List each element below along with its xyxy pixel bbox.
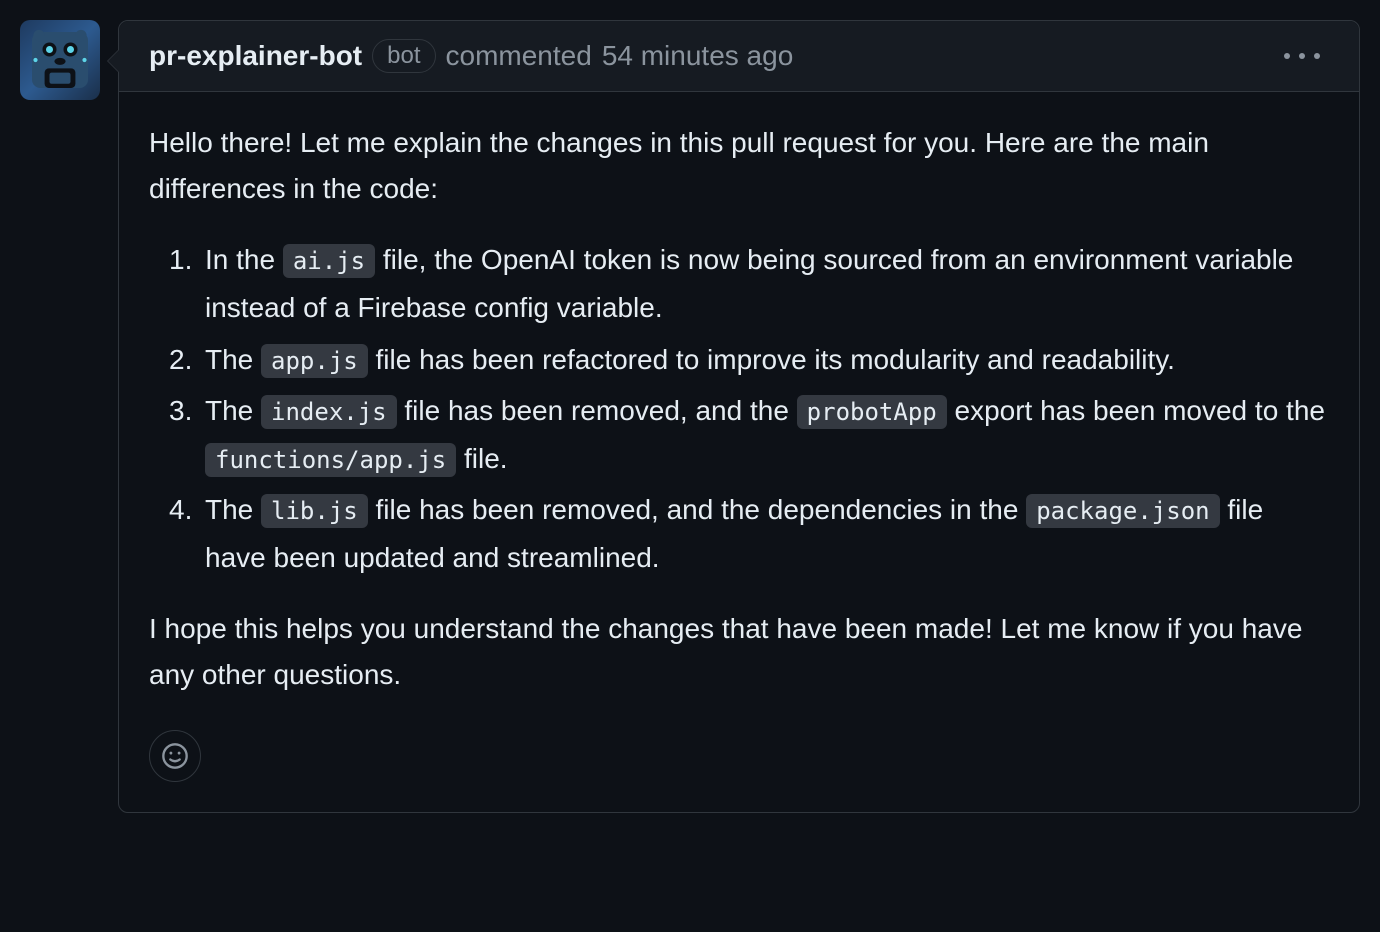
comment-arrow bbox=[107, 49, 119, 73]
add-reaction-button[interactable] bbox=[149, 730, 201, 782]
author-link[interactable]: pr-explainer-bot bbox=[149, 40, 362, 72]
code-snippet: app.js bbox=[261, 344, 368, 378]
comment-actions-menu[interactable] bbox=[1275, 44, 1329, 68]
comment-intro: Hello there! Let me explain the changes … bbox=[149, 120, 1329, 212]
code-snippet: package.json bbox=[1026, 494, 1219, 528]
list-item: The index.js file has been removed, and … bbox=[205, 387, 1329, 482]
author-avatar[interactable] bbox=[20, 20, 100, 100]
comment-action: commented bbox=[446, 40, 592, 72]
comment-container: pr-explainer-bot bot commented 54 minute… bbox=[118, 20, 1360, 813]
code-snippet: lib.js bbox=[261, 494, 368, 528]
kebab-icon bbox=[1281, 50, 1323, 62]
changes-list: In the ai.js file, the OpenAI token is n… bbox=[149, 236, 1329, 581]
code-snippet: index.js bbox=[261, 395, 397, 429]
comment-timestamp[interactable]: 54 minutes ago bbox=[602, 40, 793, 72]
smiley-icon bbox=[161, 742, 189, 770]
list-item: In the ai.js file, the OpenAI token is n… bbox=[205, 236, 1329, 331]
bot-avatar-icon bbox=[25, 25, 95, 95]
comment-header: pr-explainer-bot bot commented 54 minute… bbox=[119, 21, 1359, 92]
list-item: The lib.js file has been removed, and th… bbox=[205, 486, 1329, 581]
code-snippet: probotApp bbox=[797, 395, 947, 429]
list-item: The app.js file has been refactored to i… bbox=[205, 336, 1329, 384]
bot-badge: bot bbox=[372, 39, 435, 73]
code-snippet: ai.js bbox=[283, 244, 375, 278]
comment-body: Hello there! Let me explain the changes … bbox=[119, 92, 1359, 812]
code-snippet: functions/app.js bbox=[205, 443, 456, 477]
comment-header-meta: pr-explainer-bot bot commented 54 minute… bbox=[149, 39, 793, 73]
comment-outro: I hope this helps you understand the cha… bbox=[149, 606, 1329, 698]
